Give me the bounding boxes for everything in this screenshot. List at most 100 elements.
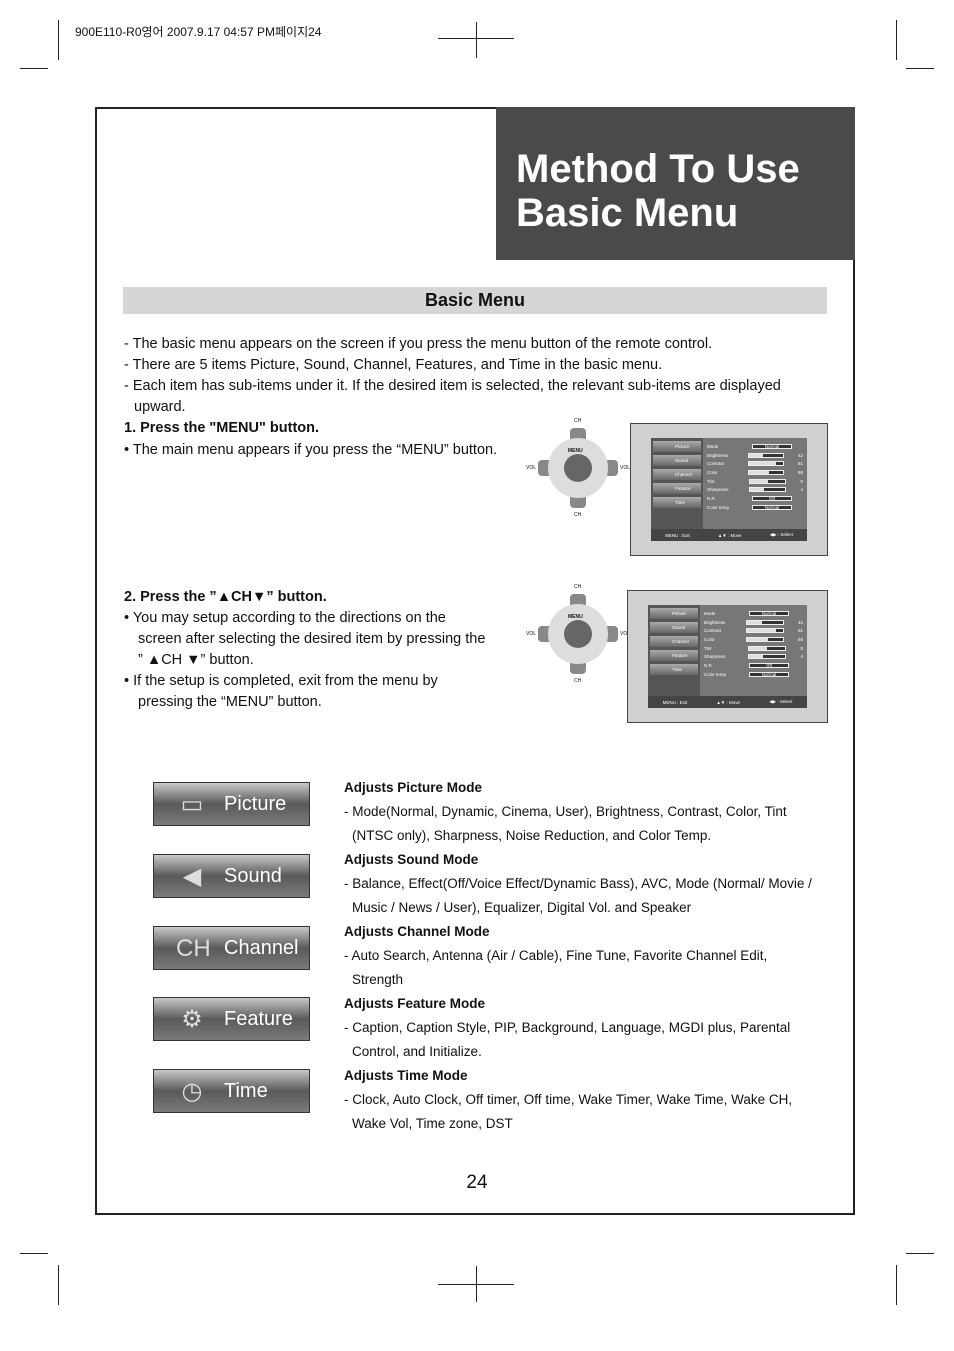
osd-setting-row: Sharpness 4 (707, 485, 803, 494)
osd-menu-item: Sound (653, 455, 701, 466)
osd-bar-fill (748, 453, 764, 457)
osd-bar-fill (750, 488, 765, 492)
osd-setting-row: N.R Off (707, 494, 803, 503)
menu-description: Adjusts Feature Mode - Caption, Caption … (344, 992, 814, 1064)
osd-setting-row: Color 58 (707, 468, 803, 477)
menu-button-label: Picture (224, 793, 287, 815)
down-arrow-icon: ▼ (252, 589, 267, 605)
osd-setting-value: Off (749, 662, 789, 668)
title-line-1: Method To Use (516, 147, 800, 191)
remote-dpad-illustration: CH CH VOL VOL MENU (526, 584, 630, 684)
menu-description-text: - Balance, Effect(Off/Voice Effect/Dynam… (344, 876, 812, 915)
menu-button-label: Feature (224, 1008, 293, 1030)
osd-setting-value: 4 (800, 654, 803, 660)
osd-setting-bar (747, 469, 784, 475)
osd-setting-value: 0 (800, 478, 803, 484)
menu-button-label: Channel (224, 937, 299, 959)
osd-menu-item: Channel (650, 636, 698, 647)
osd-bar-fill (747, 629, 777, 633)
osd-setting-label: Color (704, 636, 715, 642)
osd-setting-value: 42 (797, 619, 803, 625)
osd-setting-row: N.R Off (704, 661, 803, 670)
osd-setting-value: 42 (797, 452, 803, 458)
menu-center-button (564, 454, 592, 482)
heading-part: CH (231, 589, 252, 605)
crop-mark (906, 1253, 934, 1254)
menu-center-button (564, 620, 592, 648)
osd-bar-fill (748, 646, 768, 650)
menu-button-time: ◷ Time (153, 1069, 310, 1113)
osd-footer-hint: ▲▼ : Move (716, 699, 740, 705)
menu-description: Adjusts Picture Mode - Mode(Normal, Dyna… (344, 776, 814, 848)
crop-mark (906, 68, 934, 69)
menu-description-heading: Adjusts Channel Mode (344, 924, 490, 939)
osd-setting-label: Sharpness (704, 654, 726, 660)
step2-bullet: screen after selecting the desired item … (138, 631, 486, 647)
osd-setting-label: Mode (707, 443, 719, 449)
osd-bar-fill (748, 470, 769, 474)
ch-label: CH (574, 678, 582, 684)
menu-description-text: - Auto Search, Antenna (Air / Cable), Fi… (344, 948, 768, 987)
osd-menu-item: Feature (650, 650, 698, 661)
intro-line: - Each item has sub-items under it. If t… (124, 378, 781, 394)
osd-setting-label: Mode (704, 610, 716, 616)
menu-button-channel: CH Channel (153, 926, 310, 970)
osd-setting-row: Color temp Normal (704, 670, 803, 679)
menu-description-heading: Adjusts Feature Mode (344, 996, 486, 1011)
osd-bar-fill (747, 620, 763, 624)
osd-setting-label: Contrast (704, 628, 722, 634)
osd-menu-screenshot: Picture Sound Channel Feature Time Mode Normal… (630, 423, 828, 556)
osd-setting-value: 58 (797, 636, 803, 642)
step2-bullet: ” ▲CH ▼” button. (138, 652, 254, 668)
step2-bullet: pressing the “MENU” button. (138, 694, 322, 710)
osd-setting-value: 4 (800, 487, 803, 493)
osd-setting-value: Off (752, 495, 792, 501)
osd-bar-fill (747, 637, 768, 641)
osd-setting-label: N.R (704, 662, 712, 668)
osd-setting-bar (749, 478, 787, 484)
section-heading: Basic Menu (123, 287, 827, 314)
osd-setting-row: Brightness 42 (707, 451, 803, 460)
osd-setting-value: 0 (800, 645, 803, 651)
menu-description: Adjusts Channel Mode - Auto Search, Ante… (344, 920, 814, 992)
osd-setting-label: Tint (707, 478, 715, 484)
osd-setting-bar (747, 654, 787, 660)
osd-setting-row: Contrast 81 (707, 459, 803, 468)
osd-setting-bar (747, 461, 784, 467)
osd-bar-fill (748, 655, 764, 659)
clock-icon: ◷ (181, 1078, 203, 1105)
osd-setting-bar (746, 619, 784, 625)
osd-setting-value: Normal (752, 504, 792, 510)
intro-line: - The basic menu appears on the screen i… (124, 336, 713, 352)
osd-menu-item: Sound (650, 622, 698, 633)
osd-setting-bar (747, 452, 784, 458)
registration-mark (476, 1266, 477, 1302)
osd-setting-row: Color temp Normal (707, 503, 803, 512)
osd-menu-item: Time (650, 664, 698, 675)
osd-footer: MENU : Exit ▲▼ : Move ◀▶ : Select (651, 529, 807, 541)
osd-menu-item: Picture (653, 441, 701, 452)
menu-button-feature: ⚙ Feature (153, 997, 310, 1041)
osd-menu-list: Picture Sound Channel Feature Time (648, 605, 700, 696)
osd-setting-label: Color temp (707, 504, 730, 510)
crop-mark (58, 20, 59, 60)
osd-setting-label: Brightness (707, 452, 729, 458)
osd-setting-label: Color (707, 469, 718, 475)
menu-button-picture: ▭ Picture (153, 782, 310, 826)
osd-setting-bar (747, 645, 787, 651)
intro-line: - There are 5 items Picture, Sound, Chan… (124, 357, 663, 373)
osd-setting-value: Normal (749, 610, 789, 616)
registration-mark (476, 22, 477, 58)
osd-setting-label: Contrast (707, 461, 725, 467)
menu-description: Adjusts Time Mode - Clock, Auto Clock, O… (344, 1064, 814, 1136)
osd-menu-item: Picture (650, 608, 698, 619)
heading-part: 2. Press the ” (124, 589, 217, 605)
crop-mark (20, 68, 48, 69)
osd-setting-bar (749, 487, 787, 493)
crop-mark (896, 1265, 897, 1305)
osd-footer: MENU : Exit ▲▼ : Move ◀▶ : Select (648, 696, 807, 708)
osd-setting-label: Tint (704, 645, 712, 651)
osd-setting-label: N.R (707, 495, 715, 501)
osd-menu-screenshot: Picture Sound Channel Feature Time Mode Normal… (627, 590, 828, 723)
osd-setting-label: Sharpness (707, 487, 729, 493)
